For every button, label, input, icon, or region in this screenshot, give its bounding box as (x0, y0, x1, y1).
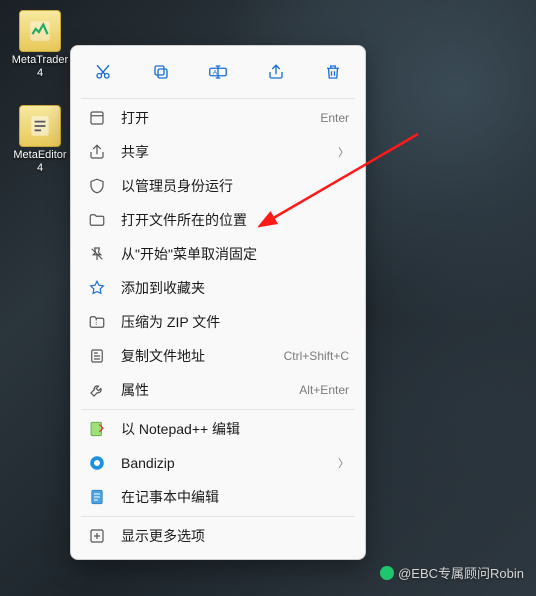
open-icon (87, 108, 107, 128)
notepadpp-icon (87, 419, 107, 439)
menu-zip[interactable]: 压缩为 ZIP 文件 (77, 305, 359, 339)
folder-icon (87, 210, 107, 230)
menu-label: 显示更多选项 (121, 526, 349, 546)
menu-hint: Enter (320, 111, 349, 125)
chevron-right-icon: 〉 (338, 144, 349, 160)
separator (81, 98, 355, 99)
menu-open-location[interactable]: 打开文件所在的位置 (77, 203, 359, 237)
menu-share[interactable]: 共享 〉 (77, 135, 359, 169)
notepad-icon (87, 487, 107, 507)
separator (81, 516, 355, 517)
menu-hint: Ctrl+Shift+C (284, 349, 349, 363)
menu-more-options[interactable]: 显示更多选项 (77, 519, 359, 553)
menu-label: 在记事本中编辑 (121, 487, 349, 507)
star-icon (87, 278, 107, 298)
menu-label: 以管理员身份运行 (121, 176, 349, 196)
copy-icon[interactable] (143, 56, 179, 88)
menu-label: 以 Notepad++ 编辑 (121, 419, 349, 439)
wrench-icon (87, 380, 107, 400)
menu-open[interactable]: 打开 Enter (77, 101, 359, 135)
menu-label: 共享 (121, 142, 332, 162)
menu-run-admin[interactable]: 以管理员身份运行 (77, 169, 359, 203)
menu-label: 打开文件所在的位置 (121, 210, 349, 230)
separator (81, 409, 355, 410)
app-icon (19, 10, 61, 52)
copy-path-icon (87, 346, 107, 366)
chevron-right-icon: 〉 (338, 455, 349, 471)
share-icon[interactable] (258, 56, 294, 88)
menu-label: Bandizip (121, 455, 332, 471)
menu-label: 从"开始"菜单取消固定 (121, 244, 349, 264)
desktop-icon-metaeditor[interactable]: MetaEditor 4 (10, 105, 70, 175)
icon-label: MetaTrader 4 (10, 54, 70, 80)
app-icon (19, 105, 61, 147)
wechat-icon (380, 566, 394, 580)
menu-label: 属性 (121, 380, 299, 400)
menu-toolbar: A (77, 52, 359, 96)
delete-icon[interactable] (315, 56, 351, 88)
menu-label: 打开 (121, 108, 320, 128)
menu-add-favorite[interactable]: 添加到收藏夹 (77, 271, 359, 305)
menu-notepadpp[interactable]: 以 Notepad++ 编辑 (77, 412, 359, 446)
zip-icon (87, 312, 107, 332)
svg-text:A: A (213, 69, 218, 76)
context-menu: A 打开 Enter 共享 〉 以管理员身份运行 打开文件所在的位置 从"开始"… (70, 45, 366, 560)
menu-unpin-start[interactable]: 从"开始"菜单取消固定 (77, 237, 359, 271)
share-icon (87, 142, 107, 162)
menu-label: 添加到收藏夹 (121, 278, 349, 298)
menu-label: 复制文件地址 (121, 346, 284, 366)
more-icon (87, 526, 107, 546)
menu-notepad[interactable]: 在记事本中编辑 (77, 480, 359, 514)
menu-hint: Alt+Enter (299, 383, 349, 397)
rename-icon[interactable]: A (200, 56, 236, 88)
shield-icon (87, 176, 107, 196)
watermark: @EBC专属顾问Robin (380, 563, 524, 582)
menu-copy-path[interactable]: 复制文件地址 Ctrl+Shift+C (77, 339, 359, 373)
menu-properties[interactable]: 属性 Alt+Enter (77, 373, 359, 407)
menu-label: 压缩为 ZIP 文件 (121, 312, 349, 332)
desktop-icon-metatrader[interactable]: MetaTrader 4 (10, 10, 70, 80)
cut-icon[interactable] (85, 56, 121, 88)
bandizip-icon (87, 453, 107, 473)
menu-bandizip[interactable]: Bandizip 〉 (77, 446, 359, 480)
unpin-icon (87, 244, 107, 264)
watermark-text: @EBC专属顾问Robin (398, 563, 524, 582)
icon-label: MetaEditor 4 (10, 149, 70, 175)
